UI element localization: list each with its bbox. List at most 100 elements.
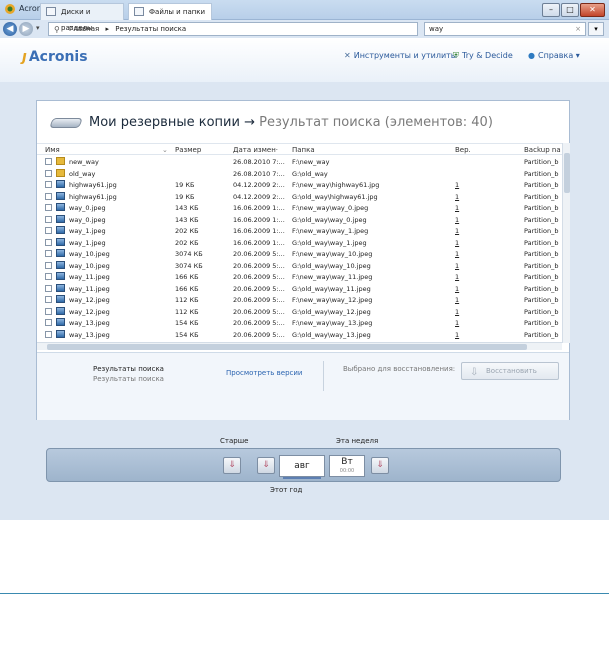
- file-version[interactable]: 1: [455, 285, 459, 293]
- table-row[interactable]: way_1.jpeg 202 КБ 16.06.2009 1:... F:\new_w…: [37, 225, 562, 237]
- tools-link[interactable]: ✕ Инструменты и утилиты: [344, 51, 457, 60]
- backup-name: Partition_b: [524, 307, 559, 316]
- row-checkbox[interactable]: [45, 238, 52, 246]
- file-version[interactable]: 1: [455, 308, 459, 316]
- table-row[interactable]: way_11.jpeg 166 КБ 20.06.2009 5:... F:\new_…: [37, 271, 562, 283]
- row-checkbox[interactable]: [45, 227, 52, 234]
- tab-files[interactable]: Файлы и папки: [128, 3, 212, 20]
- file-version[interactable]: 1: [455, 193, 459, 201]
- file-name: way_10.jpeg: [69, 250, 110, 258]
- file-date: 20.06.2009 5:...: [233, 296, 285, 304]
- file-folder: G:\old_way\way_10.jpeg: [292, 261, 371, 270]
- timeline-day[interactable]: Вт 00:00: [329, 455, 365, 477]
- row-checkbox[interactable]: [45, 204, 52, 211]
- table-row[interactable]: way_13.jpeg 154 КБ 20.06.2009 5:... F:\new_…: [37, 317, 562, 329]
- file-version[interactable]: 1: [455, 227, 459, 235]
- timeline-month[interactable]: авг: [279, 455, 325, 479]
- file-version[interactable]: 1: [455, 331, 459, 339]
- breadcrumb-current[interactable]: Результаты поиска: [115, 25, 186, 33]
- row-checkbox[interactable]: [45, 250, 52, 257]
- table-row[interactable]: way_11.jpeg 166 КБ 20.06.2009 5:... G:\old_…: [37, 283, 562, 295]
- table-row[interactable]: way_1.jpeg 202 КБ 16.06.2009 1:... G:\old_w…: [37, 237, 562, 249]
- breadcrumb[interactable]: ⚲ Главная ▸ Результаты поиска: [48, 22, 418, 36]
- file-name: old_way: [69, 169, 96, 178]
- row-checkbox[interactable]: [45, 158, 52, 165]
- file-version[interactable]: 1: [455, 239, 459, 247]
- maximize-button[interactable]: □: [561, 3, 579, 17]
- disk-tab-icon: [46, 7, 56, 16]
- file-size: 143 КБ: [175, 215, 199, 224]
- view-versions-link[interactable]: Просмотреть версии: [226, 369, 302, 377]
- col-size[interactable]: Размер: [175, 146, 201, 154]
- row-checkbox[interactable]: [45, 273, 52, 280]
- col-folder[interactable]: Папка: [292, 146, 315, 154]
- file-version[interactable]: 1: [455, 216, 459, 224]
- month-backup-icon[interactable]: ⇓: [257, 457, 275, 474]
- table-row[interactable]: way_12.jpeg 112 КБ 20.06.2009 5:... G:\old_…: [37, 306, 562, 318]
- row-checkbox[interactable]: [45, 284, 52, 292]
- older-backup-icon[interactable]: ⇓: [223, 457, 241, 474]
- table-row[interactable]: new_way 26.08.2010 7:... F:\new_way Partiti…: [37, 156, 562, 168]
- file-version[interactable]: 1: [455, 273, 459, 281]
- file-version[interactable]: 1: [455, 296, 459, 304]
- back-button[interactable]: ◀: [3, 22, 17, 36]
- col-backup[interactable]: Backup na: [524, 146, 561, 154]
- backup-name: Partition_b: [524, 204, 559, 212]
- file-table: new_way 26.08.2010 7:... F:\new_way Partiti…: [37, 156, 562, 341]
- acronis-app-icon: [5, 4, 15, 14]
- help-link[interactable]: ● Справка ▾: [528, 51, 580, 60]
- file-version[interactable]: 1: [455, 250, 459, 258]
- backup-name: Partition_b: [524, 284, 559, 293]
- row-checkbox[interactable]: [45, 215, 52, 223]
- file-name: highway61.jpg: [69, 181, 117, 189]
- clear-search-icon[interactable]: ×: [575, 23, 581, 35]
- table-row[interactable]: way_0.jpeg 143 КБ 16.06.2009 1:... G:\old_w…: [37, 214, 562, 226]
- table-row[interactable]: old_way 26.08.2010 7:... G:\old_way Partiti…: [37, 168, 562, 180]
- vertical-scrollbar[interactable]: [562, 143, 570, 343]
- row-checkbox[interactable]: [45, 330, 52, 338]
- row-checkbox[interactable]: [45, 181, 52, 188]
- table-row[interactable]: way_13.jpeg 154 КБ 20.06.2009 5:... G:\old_…: [37, 329, 562, 341]
- row-checkbox[interactable]: [45, 319, 52, 326]
- tab-disks[interactable]: Диски и разделы: [40, 3, 124, 32]
- table-row[interactable]: way_14.jpeg136 КБ20.06.2009 5:...F:\new_…: [37, 340, 562, 341]
- row-checkbox[interactable]: [45, 296, 52, 303]
- file-version[interactable]: 1: [455, 319, 459, 327]
- files-tab-icon: [134, 7, 144, 16]
- image-file-icon: [56, 237, 65, 246]
- file-date: 16.06.2009 1:...: [233, 238, 285, 247]
- col-version[interactable]: Вер.: [455, 146, 471, 154]
- file-size: 143 КБ: [175, 204, 199, 212]
- row-checkbox[interactable]: [45, 169, 52, 177]
- horizontal-scrollbar[interactable]: [37, 342, 562, 350]
- row-checkbox[interactable]: [45, 192, 52, 200]
- file-folder: G:\old_way: [292, 169, 328, 178]
- table-row[interactable]: way_0.jpeg 143 КБ 16.06.2009 1:... F:\new_w…: [37, 202, 562, 214]
- minimize-button[interactable]: –: [542, 3, 560, 17]
- file-date: 16.06.2009 1:...: [233, 204, 285, 212]
- search-input[interactable]: way ×: [424, 22, 586, 36]
- try-decide-link[interactable]: ⛨ Try & Decide: [453, 51, 513, 61]
- week-backup-icon[interactable]: ⇓: [371, 457, 389, 474]
- table-row[interactable]: way_10.jpeg 3074 КБ 20.06.2009 5:... F:\new…: [37, 248, 562, 260]
- close-button[interactable]: ✕: [580, 3, 605, 17]
- image-file-icon: [56, 180, 65, 188]
- forward-button[interactable]: ▶: [19, 22, 33, 36]
- file-version[interactable]: 1: [455, 262, 459, 270]
- file-name: way_0.jpeg: [69, 215, 106, 224]
- history-dropdown[interactable]: ▾: [36, 24, 40, 32]
- row-checkbox[interactable]: [45, 261, 52, 269]
- sort-icon: ⌄: [162, 146, 168, 154]
- row-checkbox[interactable]: [45, 307, 52, 315]
- file-version[interactable]: 1: [455, 181, 459, 189]
- table-row[interactable]: highway61.jpg 19 КБ 04.12.2009 2:... F:\new…: [37, 179, 562, 191]
- table-row[interactable]: highway61.jpg 19 КБ 04.12.2009 2:... G:\old…: [37, 191, 562, 203]
- restore-button[interactable]: ⇩ Восстановить: [461, 362, 559, 380]
- search-dropdown[interactable]: ▾: [588, 22, 604, 36]
- table-row[interactable]: way_12.jpeg 112 КБ 20.06.2009 5:... F:\new_…: [37, 294, 562, 306]
- restore-icon: ⇩: [470, 367, 479, 378]
- col-date[interactable]: Дата измен·: [233, 146, 278, 154]
- col-name[interactable]: Имя: [45, 146, 60, 154]
- table-row[interactable]: way_10.jpeg 3074 КБ 20.06.2009 5:... G:\old…: [37, 260, 562, 272]
- file-version[interactable]: 1: [455, 204, 459, 212]
